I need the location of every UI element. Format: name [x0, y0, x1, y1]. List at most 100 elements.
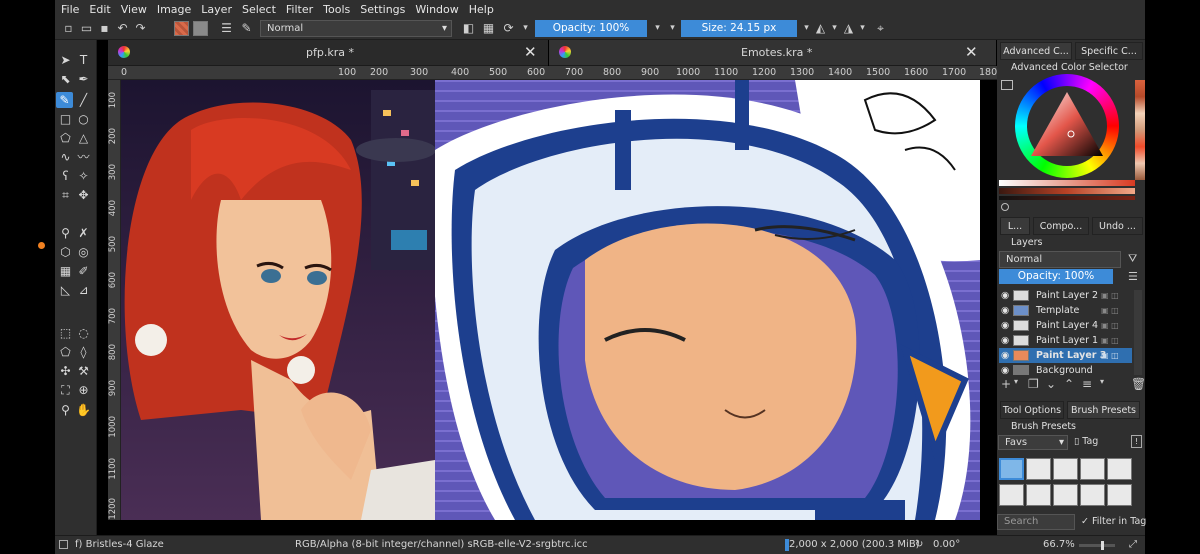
brush-tag-select[interactable]: Favs ▾: [998, 435, 1068, 450]
menu-select[interactable]: Select: [242, 3, 276, 16]
freehand-select-icon[interactable]: ◊: [75, 344, 92, 360]
bezier-tool-icon[interactable]: ∿: [57, 149, 74, 165]
eye-icon[interactable]: ◉: [1001, 348, 1009, 363]
fill-tool-icon[interactable]: ⬡: [57, 244, 74, 260]
wrap-around-icon[interactable]: ⌖: [873, 21, 888, 36]
chevron-down-icon[interactable]: ▾: [799, 21, 814, 36]
brush-search-input[interactable]: Search: [997, 514, 1075, 530]
canvas-pfp[interactable]: [121, 80, 435, 520]
smart-patch-icon[interactable]: ✗: [75, 225, 92, 241]
recent-colors-strip[interactable]: [1135, 80, 1145, 180]
chevron-down-icon[interactable]: ▾: [855, 21, 870, 36]
eye-icon[interactable]: ◉: [1001, 318, 1009, 333]
brush-preset[interactable]: [1107, 484, 1132, 506]
pan-tool-icon[interactable]: ✋: [75, 402, 92, 418]
multibrush-icon[interactable]: ✧: [75, 168, 92, 184]
layer-lock-icon[interactable]: ▣ ◫: [1101, 333, 1119, 348]
filter-icon[interactable]: ⛛: [1128, 252, 1137, 266]
layer-row-active[interactable]: ◉ Paint Layer 3 ▣ ◫: [999, 348, 1132, 363]
menu-settings[interactable]: Settings: [360, 3, 405, 16]
eye-icon[interactable]: ◉: [1001, 333, 1009, 348]
brush-preset[interactable]: [1080, 484, 1105, 506]
layer-row[interactable]: ◉ Paint Layer 1 ▣ ◫: [999, 333, 1132, 348]
chevron-down-icon[interactable]: ▾: [827, 21, 842, 36]
tab-layers-short[interactable]: L...: [1000, 217, 1030, 235]
magnetic-select-icon[interactable]: ⊕: [75, 382, 92, 398]
freehand-path-icon[interactable]: 〰: [75, 149, 92, 165]
layer-row[interactable]: ◉ Paint Layer 4 ▣ ◫: [999, 318, 1132, 333]
brush-preset[interactable]: [999, 484, 1024, 506]
brush-preset[interactable]: [1053, 458, 1078, 480]
layer-lock-icon[interactable]: ▣ ◫: [1101, 288, 1119, 303]
redo-icon[interactable]: ↷: [133, 21, 148, 36]
gradient-tool-icon[interactable]: ▦: [57, 263, 74, 279]
tag-button[interactable]: ▯ Tag: [1074, 436, 1098, 447]
move-up-icon[interactable]: ⌃: [1064, 377, 1074, 391]
menu-tools[interactable]: Tools: [323, 3, 350, 16]
eraser-icon[interactable]: ◧: [461, 21, 476, 36]
ellipse-tool-icon[interactable]: ○: [75, 111, 92, 127]
delete-layer-icon[interactable]: 🗑: [1131, 377, 1146, 391]
bezier-select-icon[interactable]: ⛶: [57, 382, 74, 398]
brush-icon[interactable]: ✎: [239, 21, 254, 36]
brush-preset[interactable]: [1026, 484, 1051, 506]
chevron-down-icon[interactable]: ▾: [650, 21, 665, 36]
gradient-swatch-icon[interactable]: [174, 21, 189, 36]
enclose-fill-icon[interactable]: ◎: [75, 244, 92, 260]
layer-lock-icon[interactable]: ▣ ◫: [1101, 318, 1119, 333]
color-slider[interactable]: [999, 180, 1135, 186]
rect-select-icon[interactable]: ⬚: [57, 325, 74, 341]
menu-layer[interactable]: Layer: [201, 3, 232, 16]
color-settings-icon[interactable]: [1001, 80, 1013, 90]
size-slider[interactable]: Size: 24.15 px: [681, 20, 797, 37]
tab-compositions[interactable]: Compo...: [1033, 217, 1089, 235]
similar-select-icon[interactable]: ⚒: [75, 363, 92, 379]
eye-icon[interactable]: ◉: [1001, 288, 1009, 303]
mirror-horizontal-icon[interactable]: ◭: [813, 21, 828, 36]
brush-preset[interactable]: [1026, 458, 1051, 480]
brush-tool-icon[interactable]: ✎: [56, 92, 73, 108]
menu-image[interactable]: Image: [157, 3, 191, 16]
pattern-swatch-icon[interactable]: [193, 21, 208, 36]
move-tool-icon[interactable]: ✥: [75, 187, 92, 203]
layer-row[interactable]: ◉ Background: [999, 363, 1132, 375]
polyline-tool-icon[interactable]: △: [75, 130, 92, 146]
chevron-down-icon[interactable]: ▾: [1100, 377, 1104, 386]
close-icon[interactable]: ✕: [965, 43, 978, 61]
eye-icon[interactable]: ◉: [1001, 363, 1009, 375]
brush-preset[interactable]: [1080, 458, 1105, 480]
alpha-lock-icon[interactable]: ▦: [481, 21, 496, 36]
ellipse-select-icon[interactable]: ◌: [75, 325, 92, 341]
canvas-emotes[interactable]: [435, 80, 980, 520]
opacity-slider[interactable]: Opacity: 100%: [535, 20, 647, 37]
layers-scrollbar[interactable]: [1134, 290, 1142, 375]
filter-in-tag-checkbox[interactable]: ✓ Filter in Tag: [1081, 516, 1146, 527]
chevron-down-icon[interactable]: ▾: [1014, 377, 1018, 386]
layer-row[interactable]: ◉ Paint Layer 2 ▣ ◫: [999, 288, 1132, 303]
calligraphy-icon[interactable]: ✒: [75, 71, 92, 87]
layer-opacity-slider[interactable]: Opacity: 100%: [999, 269, 1113, 284]
menu-filter[interactable]: Filter: [286, 3, 313, 16]
zoom-tool-icon[interactable]: ⚲: [57, 402, 74, 418]
zoom-slider[interactable]: [1079, 541, 1115, 550]
close-icon[interactable]: ✕: [524, 43, 537, 61]
tab-undo[interactable]: Undo ...: [1092, 217, 1143, 235]
open-document-icon[interactable]: ▭: [79, 21, 94, 36]
menu-edit[interactable]: Edit: [89, 3, 110, 16]
tab-emotes[interactable]: Emotes.kra * ✕: [549, 40, 996, 66]
fullscreen-icon[interactable]: ⤢: [1129, 539, 1137, 550]
tab-brush-presets[interactable]: Brush Presets: [1067, 401, 1140, 419]
rectangle-tool-icon[interactable]: □: [57, 111, 74, 127]
add-layer-icon[interactable]: +: [1001, 377, 1011, 391]
tab-advanced-color[interactable]: Advanced C...: [1000, 42, 1072, 60]
color-triangle[interactable]: [1029, 90, 1105, 160]
layer-row[interactable]: ◉ Template ▣ ◫: [999, 303, 1132, 318]
chevron-down-icon[interactable]: ▾: [518, 21, 533, 36]
save-icon[interactable]: ▪: [97, 21, 112, 36]
line-tool-icon[interactable]: ╱: [75, 92, 92, 108]
new-document-icon[interactable]: ▫: [61, 21, 76, 36]
color-wheel[interactable]: [1015, 74, 1119, 178]
tab-pfp[interactable]: pfp.kra * ✕: [108, 40, 548, 66]
brush-preset[interactable]: [1107, 458, 1132, 480]
assistant-tool-icon[interactable]: ◺: [57, 282, 74, 298]
